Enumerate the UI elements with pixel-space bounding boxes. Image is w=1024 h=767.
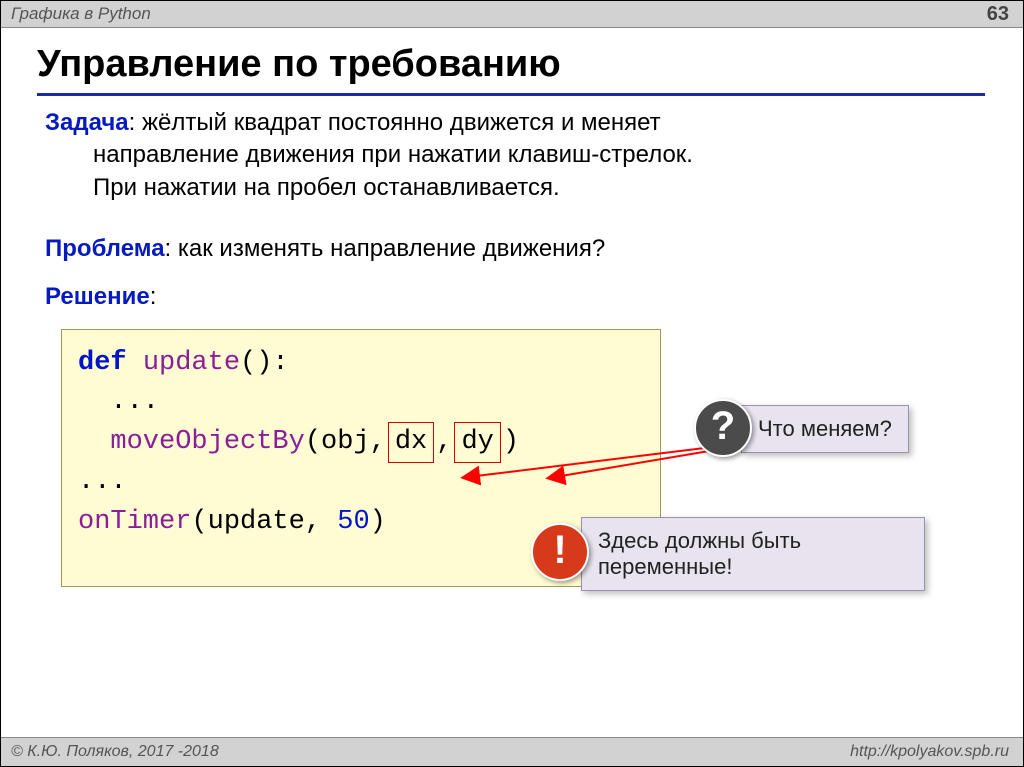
solution-colon: : [150,283,157,310]
title-underline [37,93,985,96]
excl-line1: Здесь должны быть [598,528,908,554]
exclamation-callout: Здесь должны быть переменные! [581,517,925,591]
exclamation-badge: ! [531,523,589,581]
slide: Графика в Python 63 Управление по требов… [0,0,1024,767]
problem-text: : как изменять направление движения? [165,235,606,262]
footer-copyright: © К.Ю. Поляков, 2017 -2018 [11,743,219,761]
code-args-close: ) [503,427,519,457]
code-args-open: (obj, [305,427,386,457]
solution-label: Решение [45,283,150,310]
task-line2: направление движения при нажатии клавиш-… [45,139,975,171]
code-num-50: 50 [337,507,369,537]
code-ontimer-args1: (update, [191,507,337,537]
header-topic: Графика в Python [11,4,151,24]
page-number: 63 [987,3,1009,26]
task-line1: : жёлтый квадрат постоянно движется и ме… [129,109,661,136]
problem-paragraph: Проблема: как изменять направление движе… [45,233,605,265]
code-paren1: (): [240,348,289,378]
task-label: Задача [45,109,129,136]
solution-label-line: Решение: [45,281,156,313]
code-comma: , [436,427,452,457]
excl-line2: переменные! [598,554,908,580]
code-kw-def: def [78,348,143,378]
code-ellipsis1: ... [78,387,159,417]
code-ellipsis2: ... [78,467,127,497]
header-bar [1,1,1023,28]
question-text: Что меняем? [758,416,892,441]
task-paragraph: Задача: жёлтый квадрат постоянно движетс… [45,107,975,204]
task-line3: При нажатии на пробел останавливается. [45,172,975,204]
problem-label: Проблема [45,235,165,262]
code-var-dx: dx [388,422,434,463]
question-callout: Что меняем? [741,405,909,453]
footer-url: http://kpolyakov.spb.ru [850,743,1009,761]
question-badge: ? [694,399,752,457]
code-var-dy: dy [454,422,500,463]
slide-title: Управление по требованию [37,45,561,83]
code-ontimer-args2: ) [370,507,386,537]
code-fn-update: update [143,348,240,378]
code-fn-moveobjectby: moveObjectBy [78,427,305,457]
code-fn-ontimer: onTimer [78,507,191,537]
